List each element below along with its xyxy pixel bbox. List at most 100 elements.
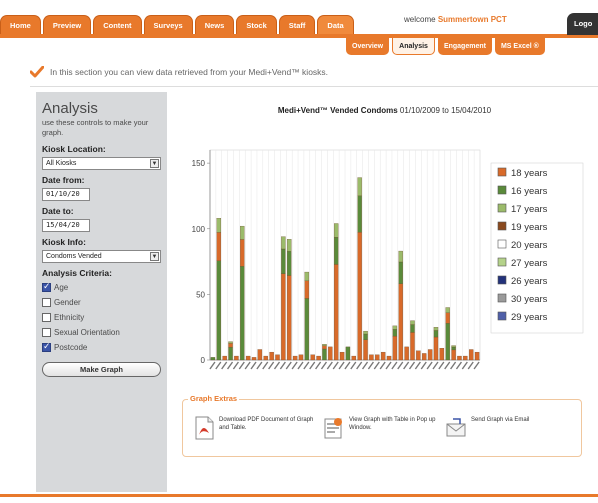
bar-segment: [404, 346, 409, 361]
main-tab-data[interactable]: Data: [317, 15, 354, 35]
criteria-ethnicity[interactable]: Ethnicity: [42, 311, 161, 323]
make-graph-button[interactable]: Make Graph: [42, 362, 161, 377]
legend-swatch: [497, 221, 507, 231]
bar-segment: [292, 355, 298, 361]
bar-segment: [216, 260, 222, 361]
bar-segment: [398, 283, 403, 361]
bar-segment: [410, 324, 415, 333]
sub-tab-analysis[interactable]: Analysis: [392, 38, 435, 55]
bar-segment: [322, 344, 327, 346]
criteria-checkbox[interactable]: [42, 281, 51, 292]
x-tick-mark: [226, 361, 234, 370]
view-popup-link[interactable]: View Graph with Table in Pop up Window.: [323, 416, 449, 440]
x-tick-mark: [209, 361, 216, 370]
main-tab-staff[interactable]: Staff: [278, 15, 316, 35]
legend-swatch: [497, 167, 507, 177]
bar-segment: [392, 325, 398, 330]
criteria-checkbox[interactable]: [42, 341, 51, 352]
bar-segment: [257, 349, 263, 361]
x-tick-mark: [467, 361, 474, 370]
bar-segment: [386, 355, 392, 361]
top-navigation: Home Preview Content Surveys News Stock Staff D…: [0, 0, 598, 56]
bar-segment: [222, 355, 227, 361]
sub-tab-ms-excel[interactable]: MS Excel ®: [494, 38, 545, 55]
send-email-link[interactable]: Send Graph via Email: [445, 416, 571, 440]
bar-segment: [433, 327, 439, 331]
main-tab-news[interactable]: News: [194, 15, 235, 35]
criteria-gender[interactable]: Gender: [42, 296, 161, 308]
criteria-checkbox[interactable]: [42, 297, 51, 307]
welcome-message: welcome Summertown PCT: [404, 15, 507, 24]
bar-segment: [363, 339, 368, 361]
legend-label: 19 years: [511, 222, 548, 233]
legend-label: 20 years: [511, 240, 548, 251]
legend-swatch: [497, 311, 507, 321]
bar-segment: [269, 351, 274, 361]
bar-segment: [240, 225, 245, 240]
bar-segment: [304, 271, 310, 282]
legend-swatch: [497, 293, 507, 303]
x-tick-mark: [238, 361, 245, 370]
main-tab-content[interactable]: Content: [93, 15, 142, 35]
graph-extras-box: Graph Extras Download PDF Document of Gr…: [182, 394, 582, 457]
sub-tab-overview[interactable]: Overview: [346, 38, 390, 55]
x-tick-mark: [367, 361, 374, 370]
date-to-input[interactable]: 15/04/20: [42, 219, 90, 232]
x-tick-mark: [344, 361, 351, 370]
bar-segment: [410, 332, 415, 361]
bar-segment: [240, 266, 245, 361]
bar-segment: [375, 354, 380, 361]
criteria-sexual-orientation[interactable]: Sexual Orientation: [42, 326, 161, 338]
y-tick-label: 0: [201, 356, 206, 365]
download-pdf-link[interactable]: Download PDF Document of Graph and Table…: [193, 416, 319, 440]
legend-label: 30 years: [511, 294, 548, 305]
criteria-checkbox[interactable]: [42, 312, 51, 322]
bar-segment: [392, 329, 398, 337]
x-tick-mark: [379, 361, 386, 370]
sub-tab-engagement[interactable]: Engagement: [437, 38, 492, 55]
info-bar: In this section you can view data retrie…: [30, 62, 328, 82]
criteria-label: Sexual Orientation: [54, 327, 120, 337]
x-tick-mark: [450, 361, 457, 370]
main-tab-bar: Home Preview Content Surveys News Stock Staff D…: [0, 15, 354, 35]
main-tab-stock[interactable]: Stock: [236, 15, 277, 35]
check-icon: [30, 66, 44, 78]
criteria-age[interactable]: Age: [42, 281, 161, 293]
x-tick-mark: [315, 361, 322, 370]
kiosk-location-select[interactable]: All Kiosks ▼: [42, 157, 161, 170]
send-email-text: Send Graph via Email: [471, 417, 530, 423]
bar-segment: [345, 346, 351, 361]
logout-button[interactable]: Logo: [567, 13, 598, 35]
x-tick-mark: [332, 361, 339, 370]
criteria-label: Gender: [54, 297, 81, 307]
kiosk-info-select[interactable]: Condoms Vended ▼: [42, 250, 161, 263]
bar-segment: [316, 355, 321, 361]
bar-segment: [468, 349, 474, 361]
chevron-down-icon: ▼: [150, 252, 159, 261]
criteria-postcode[interactable]: Postcode: [42, 341, 161, 353]
footer-rule: [0, 494, 598, 497]
bar-segment: [416, 350, 421, 361]
date-from-input[interactable]: 01/10/20: [42, 188, 90, 201]
bar-segment: [287, 275, 292, 361]
legend-label: 29 years: [511, 312, 548, 323]
x-tick-mark: [326, 361, 333, 370]
x-tick-mark: [408, 361, 416, 370]
bar-segment: [439, 348, 445, 361]
main-tab-preview[interactable]: Preview: [42, 15, 92, 35]
main-tab-surveys[interactable]: Surveys: [143, 15, 193, 35]
panel-title: Analysis: [42, 100, 98, 117]
main-tab-home[interactable]: Home: [0, 15, 41, 35]
bar-segment: [357, 195, 362, 233]
x-tick-mark: [356, 361, 363, 370]
x-tick-mark: [391, 361, 398, 370]
panel-description: use these controls to make your graph.: [42, 118, 149, 137]
bar-segment: [339, 351, 345, 361]
x-tick-mark: [244, 361, 251, 370]
kiosk-location-value: All Kiosks: [46, 160, 77, 167]
criteria-checkbox[interactable]: [42, 327, 51, 337]
chart-container: Medi+Vend™ Vended Condoms 01/10/2009 to …: [171, 92, 598, 392]
bar-segment: [451, 349, 456, 361]
x-tick-mark: [285, 361, 292, 370]
bar-segment: [322, 348, 327, 361]
